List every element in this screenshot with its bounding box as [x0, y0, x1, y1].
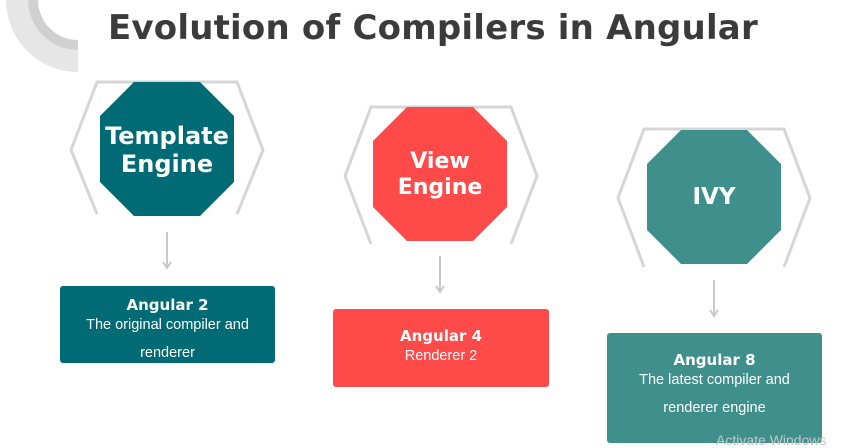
card-angular-8: Angular 8 The latest compiler and render…: [607, 333, 822, 443]
card-description: The latest compiler and renderer engine: [639, 372, 790, 416]
card-angular-2: Angular 2 The original compiler and rend…: [60, 286, 275, 363]
engine-label-template-engine: Template Engine: [105, 121, 229, 178]
card-description: The original compiler and renderer: [86, 317, 249, 361]
engine-label-ivy: IVY: [692, 184, 736, 211]
card-description: Renderer 2: [404, 348, 478, 364]
card-angular-4: Angular 4 Renderer 2: [333, 309, 549, 387]
engine-label-view-engine: View Engine: [397, 149, 483, 200]
activation-watermark: Activate Windows: [716, 432, 827, 448]
